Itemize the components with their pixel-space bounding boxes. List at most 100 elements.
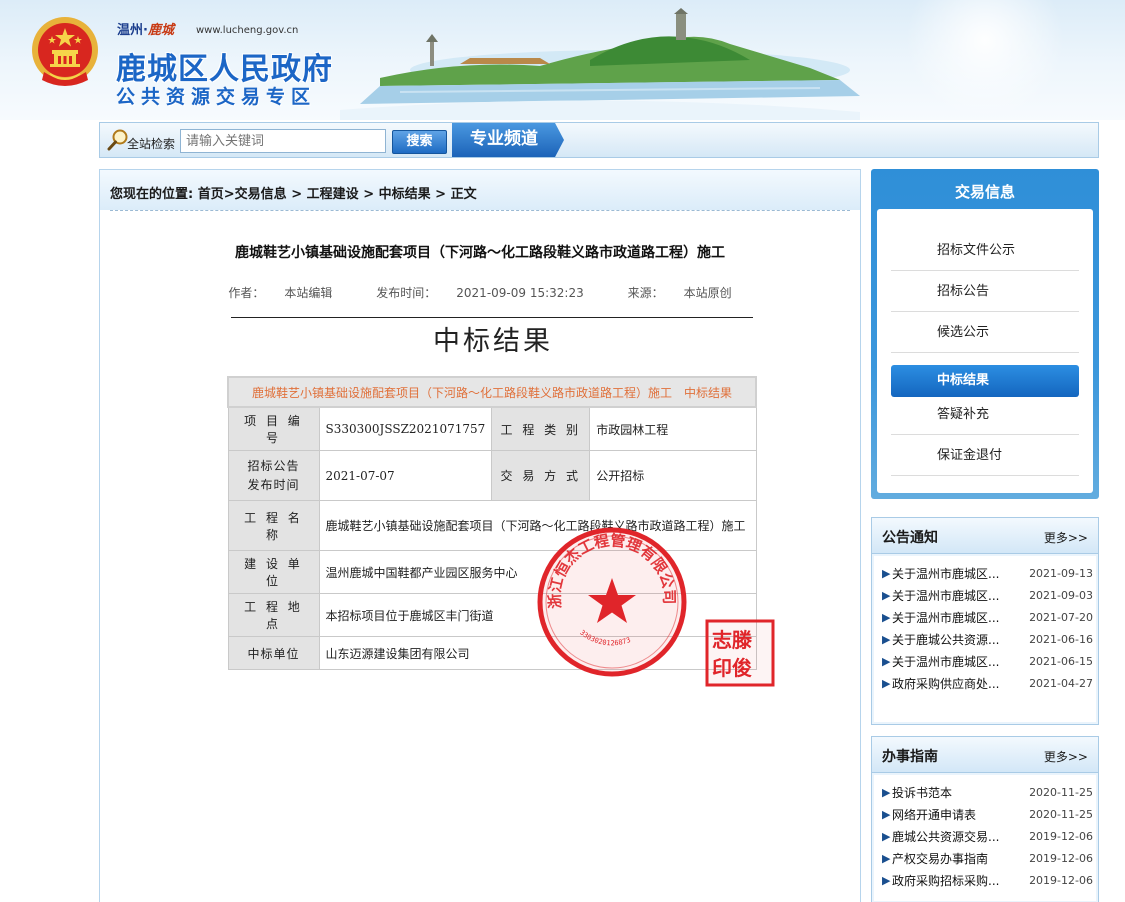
trade-info-nav: 交易信息 招标文件公示 招标公告 候选公示 中标结果 答疑补充 保证金退付 <box>871 169 1099 499</box>
list-item-title[interactable]: 鹿城公共资源交易... <box>892 830 999 844</box>
header-banner: 温州·鹿城 www.lucheng.gov.cn 鹿城区人民政府 公共资源交易专… <box>0 0 1125 120</box>
list-item-date: 2021-06-16 <box>1029 633 1093 646</box>
arrow-icon: ▶ <box>882 611 891 624</box>
article-title: 鹿城鞋艺小镇基础设施配套项目（下河路～化工路段鞋义路市政道路工程）施工 <box>235 245 725 261</box>
list-item[interactable]: ▶ 关于温州市鹿城区... 2021-09-13 <box>880 563 1096 585</box>
sky-glow <box>905 0 1065 120</box>
breadcrumb-separator: > <box>363 187 375 202</box>
time-value: 2021-09-09 15:32:23 <box>456 286 584 300</box>
list-item[interactable]: ▶ 政府采购供应商处... 2021-04-27 <box>880 673 1096 695</box>
magnifier-icon <box>107 129 128 151</box>
site-url: www.lucheng.gov.cn <box>196 25 299 36</box>
list-item[interactable]: ▶ 关于温州市鹿城区... 2021-07-20 <box>880 607 1096 629</box>
nav-item-candidates[interactable]: 候选公示 <box>891 313 1079 353</box>
list-item-date: 2020-11-25 <box>1029 808 1093 821</box>
list-item-title[interactable]: 政府采购招标采购... <box>892 874 999 888</box>
list-item-date: 2019-12-06 <box>1029 830 1093 843</box>
list-item-date: 2021-06-15 <box>1029 655 1093 668</box>
project-no-value: S330300JSSZ2021071757 <box>318 406 493 451</box>
breadcrumb-trade-info[interactable]: 交易信息 <box>235 187 287 202</box>
city-calligraphy: 鹿城 <box>147 23 174 38</box>
divider <box>110 210 850 211</box>
list-item[interactable]: ▶ 网络开通申请表 2020-11-25 <box>880 804 1096 826</box>
breadcrumb-bid-result[interactable]: 中标结果 <box>379 187 431 202</box>
list-item-title[interactable]: 政府采购供应商处... <box>892 677 999 691</box>
arrow-icon: ▶ <box>882 567 891 580</box>
arrow-icon: ▶ <box>882 786 891 799</box>
list-item[interactable]: ▶ 关于鹿城公共资源... 2021-06-16 <box>880 629 1096 651</box>
list-item-date: 2021-09-13 <box>1029 567 1093 580</box>
nav-item-qa-supplement[interactable]: 答疑补充 <box>891 395 1079 435</box>
table-caption-row: 鹿城鞋艺小镇基础设施配套项目（下河路～化工路段鞋义路市政道路工程）施工 中标结果 <box>227 376 757 408</box>
project-name-label: 工 程 名 称 <box>227 500 320 551</box>
breadcrumb-home[interactable]: 首页 <box>198 187 224 202</box>
nav-item-bid-notice[interactable]: 招标公告 <box>891 272 1079 312</box>
breadcrumb-separator: > <box>435 187 447 202</box>
nav-item-deposit-refund[interactable]: 保证金退付 <box>891 436 1079 476</box>
list-item-title[interactable]: 关于鹿城公共资源... <box>892 633 999 647</box>
search-button[interactable]: 搜索 <box>392 130 447 154</box>
source-value: 本站原创 <box>683 286 732 300</box>
notice-box: 公告通知 更多>> ▶ 关于温州市鹿城区... 2021-09-13 ▶ 关于温州市鹿… <box>871 517 1099 725</box>
article-source: 来源： 本站原创 <box>618 286 742 300</box>
author-label: 作者： <box>228 286 265 300</box>
national-emblem-icon <box>32 17 98 86</box>
nav-item-bid-documents[interactable]: 招标文件公示 <box>891 231 1079 271</box>
breadcrumb-current: 正文 <box>450 187 477 202</box>
guide-box-header: 办事指南 更多>> <box>872 737 1098 773</box>
company-seal-stamp: 浙江恒杰工程管理有限公司 3303020126873 <box>537 527 687 677</box>
notice-time-label-line1: 招标公告 <box>247 458 300 473</box>
list-item[interactable]: ▶ 关于温州市鹿城区... 2021-09-03 <box>880 585 1096 607</box>
list-item-title[interactable]: 关于温州市鹿城区... <box>892 567 999 581</box>
arrow-icon: ▶ <box>882 808 891 821</box>
list-item-title[interactable]: 关于温州市鹿城区... <box>892 611 999 625</box>
table-caption: 鹿城鞋艺小镇基础设施配套项目（下河路～化工路段鞋义路市政道路工程）施工 中标结果 <box>227 376 757 408</box>
list-item[interactable]: ▶ 政府采购招标采购... 2019-12-06 <box>880 870 1096 892</box>
list-item[interactable]: ▶ 关于温州市鹿城区... 2021-06-15 <box>880 651 1096 673</box>
nav-item-bid-result[interactable]: 中标结果 <box>891 365 1079 397</box>
winner-label: 中标单位 <box>227 636 320 670</box>
main-content: 您现在的位置: 首页>交易信息 > 工程建设 > 中标结果 > 正文 鹿城鞋艺小… <box>99 169 861 902</box>
arrow-icon: ▶ <box>882 874 891 887</box>
list-item-title[interactable]: 关于温州市鹿城区... <box>892 655 999 669</box>
guide-more-link[interactable]: 更多>> <box>1044 748 1088 765</box>
signature-stamp-text-bottom: 印俊 <box>712 656 752 680</box>
list-item[interactable]: ▶ 投诉书范本 2020-11-25 <box>880 782 1096 804</box>
arrow-icon: ▶ <box>882 852 891 865</box>
trade-method-value: 公开招标 <box>589 450 757 501</box>
arrow-icon: ▶ <box>882 830 891 843</box>
article-meta: 作者： 本站编辑 发布时间： 2021-09-09 15:32:23 来源： 本站原创 <box>100 284 860 301</box>
special-channel-tab[interactable]: 专业频道 <box>452 123 564 157</box>
banner-scenery-image <box>340 8 860 120</box>
notice-time-value: 2021-07-07 <box>318 450 493 501</box>
notice-box-title: 公告通知 <box>882 530 938 546</box>
breadcrumb-prefix: 您现在的位置: <box>110 187 194 202</box>
breadcrumb-bar: 您现在的位置: 首页>交易信息 > 工程建设 > 中标结果 > 正文 <box>100 170 860 210</box>
site-subtitle: 公共资源交易专区 <box>116 86 317 108</box>
notice-box-header: 公告通知 更多>> <box>872 518 1098 554</box>
arrow-icon: ▶ <box>882 677 891 690</box>
project-no-label: 项 目 编 号 <box>227 406 320 451</box>
guide-list: ▶ 投诉书范本 2020-11-25 ▶ 网络开通申请表 2020-11-25 ▶ 鹿城公… <box>874 775 1096 901</box>
list-item-title[interactable]: 网络开通申请表 <box>892 808 976 822</box>
notice-time-label-line2: 发布时间 <box>247 477 300 492</box>
guide-box: 办事指南 更多>> ▶ 投诉书范本 2020-11-25 ▶ 网络开通申请表 2020-… <box>871 736 1099 902</box>
document-rule <box>231 317 753 318</box>
list-item-date: 2019-12-06 <box>1029 874 1093 887</box>
document-heading: 中标结果 <box>433 326 553 357</box>
list-item[interactable]: ▶ 产权交易办事指南 2019-12-06 <box>880 848 1096 870</box>
search-input[interactable] <box>180 129 386 153</box>
search-bar: 全站检索 搜索 专业频道 <box>99 122 1099 158</box>
search-label: 全站检索 <box>127 137 176 151</box>
arrow-icon: ▶ <box>882 655 891 668</box>
notice-more-link[interactable]: 更多>> <box>1044 529 1088 546</box>
list-item-title[interactable]: 产权交易办事指南 <box>892 852 988 866</box>
list-item-title[interactable]: 关于温州市鹿城区... <box>892 589 999 603</box>
builder-label: 建 设 单 位 <box>227 550 320 594</box>
list-item-title[interactable]: 投诉书范本 <box>892 786 952 800</box>
list-item[interactable]: ▶ 鹿城公共资源交易... 2019-12-06 <box>880 826 1096 848</box>
trade-info-nav-list: 招标文件公示 招标公告 候选公示 中标结果 答疑补充 保证金退付 <box>877 209 1093 493</box>
breadcrumb-engineering[interactable]: 工程建设 <box>307 187 359 202</box>
project-type-value: 市政园林工程 <box>589 406 757 451</box>
city-prefix: 温州· <box>117 23 148 38</box>
